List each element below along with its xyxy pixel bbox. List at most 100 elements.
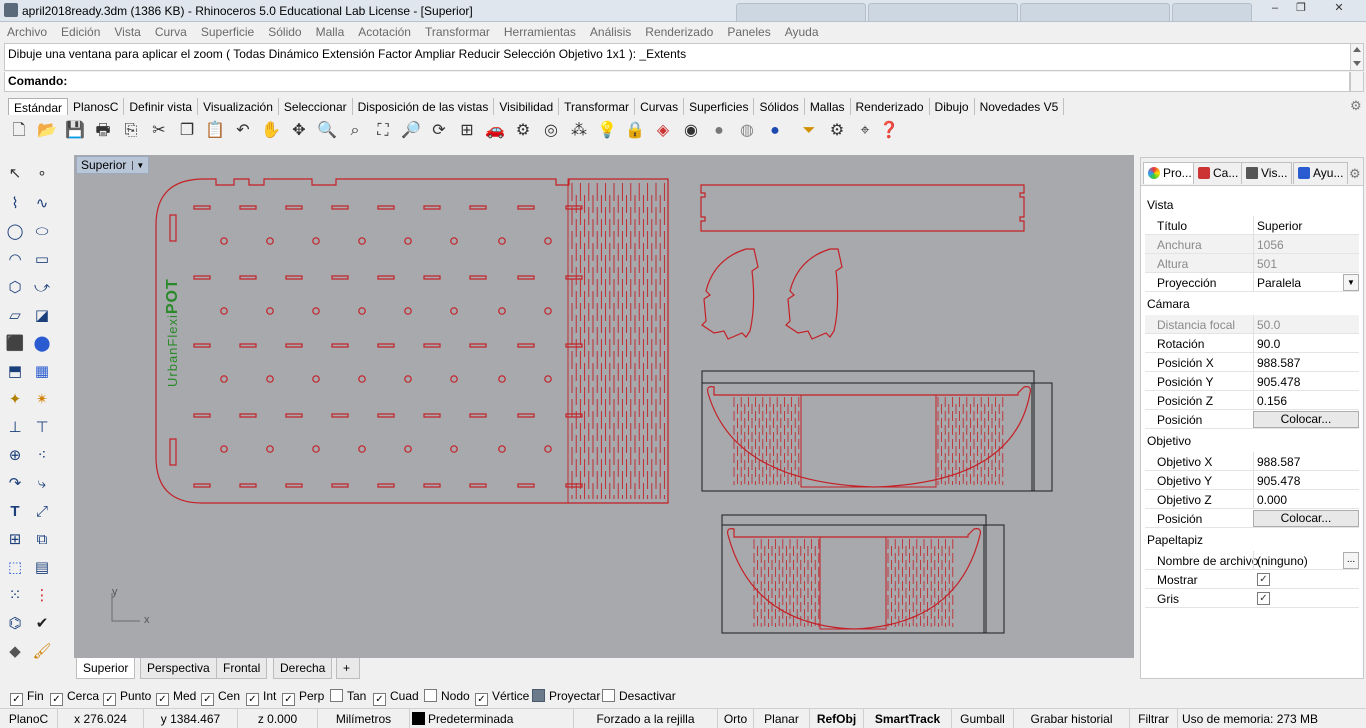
sphere-icon[interactable]: ⬤: [30, 332, 54, 356]
prop-value-posicion-z[interactable]: 0.156: [1253, 391, 1359, 410]
check-icon[interactable]: ✔: [30, 612, 54, 636]
trim-icon[interactable]: ⊥: [3, 416, 27, 440]
status-ortho[interactable]: Orto: [718, 709, 754, 728]
open-file-icon[interactable]: 📂: [36, 120, 58, 142]
paste-icon[interactable]: 📋: [204, 120, 226, 142]
rotate-icon[interactable]: ⟳: [428, 120, 450, 142]
tab-planosc[interactable]: PlanosC: [68, 98, 125, 115]
tab-seleccionar[interactable]: Seleccionar: [279, 98, 353, 115]
filter-icon[interactable]: ⏷: [798, 120, 820, 142]
osnap-checkbox[interactable]: ✓: [201, 693, 214, 706]
command-prompt-scrollbar[interactable]: [1350, 72, 1364, 92]
blue-sphere-icon[interactable]: ●: [764, 120, 786, 142]
osnap-checkbox[interactable]: [424, 689, 437, 702]
menu-solido[interactable]: Sólido: [261, 22, 308, 39]
polygon-icon[interactable]: ⬡: [3, 276, 27, 300]
array-icon[interactable]: ⊞: [3, 528, 27, 552]
rendered-sphere-icon[interactable]: ◍: [736, 120, 758, 142]
menu-vista[interactable]: Vista: [107, 22, 147, 39]
status-filter[interactable]: Filtrar: [1130, 709, 1178, 728]
prop-value-posicion-x[interactable]: 988.587: [1253, 353, 1359, 372]
curve-icon[interactable]: ∿: [30, 192, 54, 216]
gumball-icon[interactable]: ⌖: [854, 120, 876, 142]
menu-ayuda[interactable]: Ayuda: [778, 22, 826, 39]
help-icon[interactable]: ❓: [878, 120, 900, 142]
osnap-fin[interactable]: ✓ Fin: [10, 689, 44, 706]
command-prompt[interactable]: Comando:: [4, 72, 1350, 92]
tab-superficies[interactable]: Superficies: [684, 98, 755, 115]
menu-paneles[interactable]: Paneles: [720, 22, 777, 39]
text-icon[interactable]: T: [3, 500, 27, 524]
target-place-button[interactable]: Colocar...: [1253, 510, 1359, 527]
import-icon[interactable]: ⎘: [120, 120, 142, 142]
select-pointer-icon[interactable]: ↖: [3, 162, 27, 186]
tab-renderizado[interactable]: Renderizado: [851, 98, 930, 115]
shaded-sphere-icon[interactable]: ●: [708, 120, 730, 142]
osnap-checkbox[interactable]: ✓: [103, 693, 116, 706]
print-icon[interactable]: 🖶: [92, 120, 114, 142]
tab-view-superior[interactable]: Superior: [76, 658, 136, 679]
osnap-checkbox[interactable]: ✓: [246, 693, 259, 706]
paint-icon[interactable]: 🖌: [30, 640, 54, 664]
tab-capas[interactable]: Ca...: [1193, 162, 1244, 184]
fillet-icon[interactable]: ↷: [3, 472, 27, 496]
browse-file-button[interactable]: ...: [1343, 552, 1359, 569]
panel-gear-icon[interactable]: ⚙: [1349, 166, 1361, 182]
osnap-proyectar[interactable]: Proyectar: [532, 689, 600, 705]
prop-value-objetivo-x[interactable]: 988.587: [1253, 452, 1359, 471]
prop-value-rotacion[interactable]: 90.0: [1253, 334, 1359, 353]
tab-view-perspectiva[interactable]: Perspectiva: [140, 658, 217, 679]
join-icon[interactable]: ⊕: [3, 444, 27, 468]
explode-icon[interactable]: ✴: [30, 388, 54, 412]
offset-icon[interactable]: ⤷: [30, 472, 54, 496]
rectangle-icon[interactable]: ▭: [30, 248, 54, 272]
osnap-checkbox[interactable]: [602, 689, 615, 702]
tab-vistas[interactable]: Vis...: [1241, 162, 1293, 184]
osnap-punto[interactable]: ✓ Punto: [103, 689, 151, 706]
prop-value-posicion-y[interactable]: 905.478: [1253, 372, 1359, 391]
car-render-icon[interactable]: 🚗: [484, 120, 506, 142]
zoom-icon[interactable]: 🔍: [316, 120, 338, 142]
viewport-menu-caret-icon[interactable]: ▼: [132, 161, 144, 171]
chevron-down-icon[interactable]: ▼: [1343, 274, 1359, 291]
osnap-int[interactable]: ✓ Int: [246, 689, 276, 706]
osnap-desactivar[interactable]: Desactivar: [602, 689, 676, 705]
scroll-down-icon[interactable]: [1353, 61, 1361, 66]
gris-checkbox[interactable]: ✓: [1257, 592, 1270, 605]
tab-visibilidad[interactable]: Visibilidad: [494, 98, 560, 115]
align-icon[interactable]: ⋮: [30, 584, 54, 608]
menu-renderizado[interactable]: Renderizado: [638, 22, 720, 39]
osnap-cuad[interactable]: ✓ Cuad: [373, 689, 419, 706]
ellipse-icon[interactable]: ⬭: [30, 220, 54, 244]
tab-mallas[interactable]: Mallas: [805, 98, 851, 115]
tab-disposicion-vistas[interactable]: Disposición de las vistas: [353, 98, 495, 115]
group-icon[interactable]: ⁖: [30, 444, 54, 468]
lock-icon[interactable]: 🔒: [624, 120, 646, 142]
status-layer[interactable]: Predeterminada: [410, 709, 574, 728]
tab-solidos[interactable]: Sólidos: [754, 98, 805, 115]
cut-icon[interactable]: ✂: [148, 120, 170, 142]
status-smarttrack[interactable]: SmartTrack: [864, 709, 952, 728]
osnap-checkbox[interactable]: ✓: [373, 693, 386, 706]
tab-view-frontal[interactable]: Frontal: [216, 658, 268, 679]
menu-edicion[interactable]: Edición: [54, 22, 107, 39]
zoom-selected-icon[interactable]: 🔎: [400, 120, 422, 142]
arc-icon[interactable]: ◠: [3, 248, 27, 272]
pan-icon[interactable]: ✋: [260, 120, 282, 142]
zoom-window-icon[interactable]: ⌕: [344, 120, 366, 142]
circle-icon[interactable]: ◯: [3, 220, 27, 244]
tab-dibujo[interactable]: Dibujo: [930, 98, 975, 115]
scroll-up-icon[interactable]: [1353, 47, 1361, 52]
mirror-icon[interactable]: ⧉: [30, 528, 54, 552]
osnap-checkbox[interactable]: ✓: [282, 693, 295, 706]
osnap-med[interactable]: ✓ Med: [156, 689, 196, 706]
color-wheel-icon[interactable]: ◉: [680, 120, 702, 142]
zoom-extents-icon[interactable]: ⛶: [372, 120, 394, 142]
surface-icon[interactable]: ▱: [3, 304, 27, 328]
menu-curva[interactable]: Curva: [148, 22, 194, 39]
status-units[interactable]: Milímetros: [318, 709, 410, 728]
osnap-tan[interactable]: Tan: [330, 689, 366, 705]
mostrar-checkbox[interactable]: ✓: [1257, 573, 1270, 586]
box-icon[interactable]: ⬛: [3, 332, 27, 356]
options-icon[interactable]: ⚙: [826, 120, 848, 142]
